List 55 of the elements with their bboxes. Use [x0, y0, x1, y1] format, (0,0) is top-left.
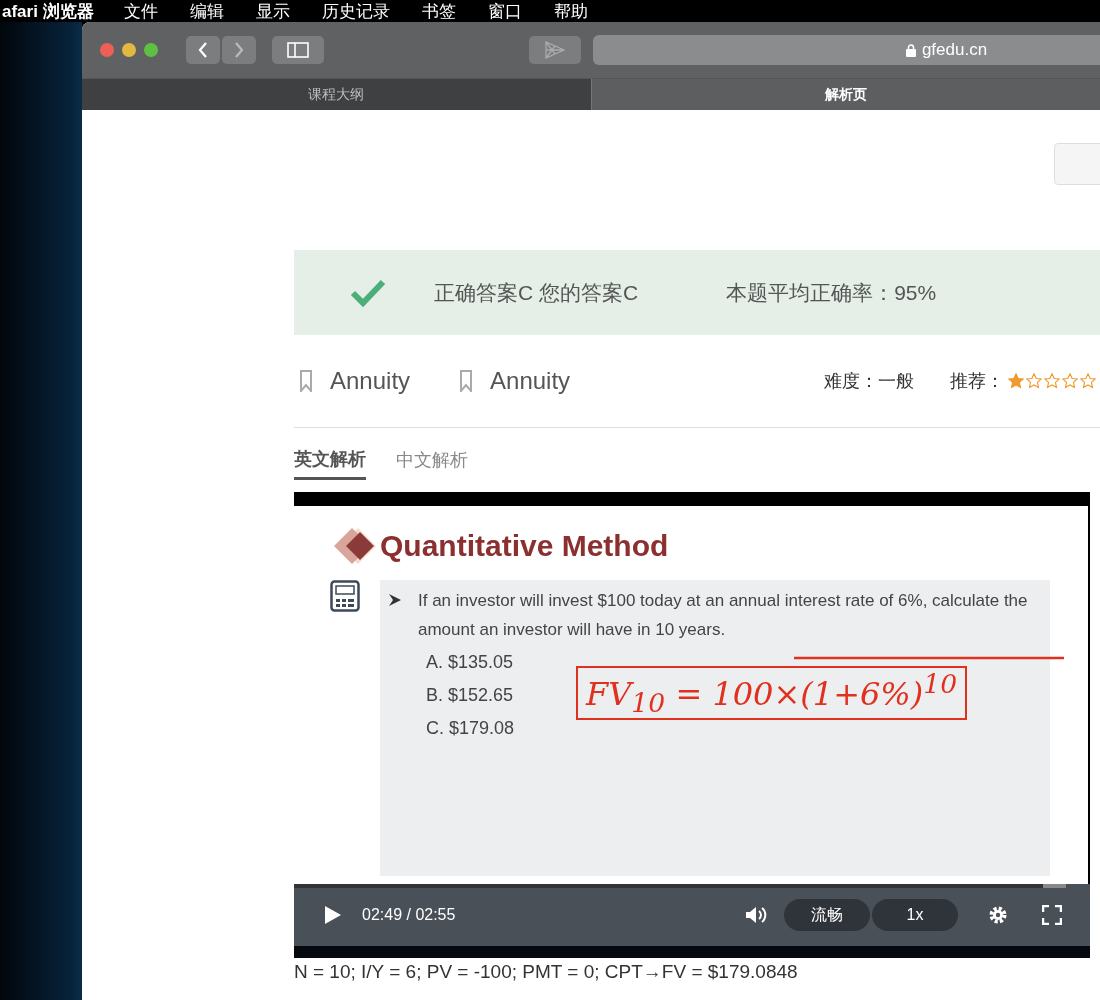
zoom-button[interactable]: [144, 43, 158, 57]
sidebar-icon: [287, 42, 309, 58]
menu-item[interactable]: 窗口: [487, 0, 522, 23]
tag-label[interactable]: Annuity: [490, 367, 571, 395]
chevron-left-icon: [198, 42, 208, 58]
lock-icon: [905, 43, 916, 57]
filled-star-icon: [1008, 373, 1024, 389]
minimize-button[interactable]: [122, 43, 136, 57]
difficulty-text: 难度：一般: [824, 370, 914, 393]
menu-item[interactable]: 编辑: [189, 0, 224, 23]
calculation-text: N = 10; I/Y = 6; PV = -100; PMT = 0; CPT→FV = $179.0848: [294, 961, 799, 983]
playback-time: 02:49 / 02:55: [362, 906, 456, 924]
browser-tab[interactable]: 解析页: [590, 78, 1100, 110]
bookmark-icon: [460, 370, 473, 392]
answer-option: C. $179.08: [426, 714, 515, 743]
handwritten-formula: FV$_{10}$ = 100×(1+6%)$^{10}$: [576, 666, 968, 721]
analysis-tab[interactable]: 英文解析: [294, 440, 366, 480]
share-button[interactable]: [529, 36, 581, 64]
settings-icon[interactable]: [988, 905, 1008, 925]
menu-item[interactable]: 显示: [255, 0, 290, 23]
analysis-tab[interactable]: 中文解析: [396, 442, 468, 478]
tag-label[interactable]: Annuity: [330, 367, 411, 395]
menu-item[interactable]: 书签: [421, 0, 456, 23]
slide-title: Quantitative Method: [380, 529, 669, 563]
back-button[interactable]: [186, 36, 220, 64]
recommend-label: 推荐：: [950, 370, 1004, 393]
forward-button[interactable]: [222, 36, 256, 64]
menu-app-name[interactable]: afari 浏览器: [2, 0, 94, 23]
menu-item[interactable]: 历史记录: [321, 0, 390, 23]
question-text: If an investor will invest $100 today at an annual interest rate of 6%, calculate the amount an investor will have in 10 years.: [418, 590, 1029, 641]
answer-result-text: 正确答案C 您的答案C: [434, 279, 639, 306]
menu-item[interactable]: 帮助: [553, 0, 588, 23]
sidebar-button[interactable]: [272, 36, 324, 64]
empty-star-icon: [1026, 373, 1042, 389]
fullscreen-icon[interactable]: [1042, 905, 1062, 925]
browser-tab[interactable]: 课程大纲: [82, 78, 591, 110]
accuracy-text: 本题平均正确率：95%: [726, 279, 937, 306]
menu-item[interactable]: 文件: [123, 0, 158, 23]
calculator-icon: [330, 580, 360, 612]
volume-icon[interactable]: [744, 905, 768, 925]
chevron-right-icon: [234, 42, 244, 58]
url-text: gfedu.cn: [921, 40, 988, 60]
answer-option: B. $152.65: [426, 681, 514, 710]
quality-button[interactable]: 流畅: [784, 899, 870, 931]
arrowhead-bullet-icon: [388, 593, 402, 607]
answer-option: A. $135.05: [426, 648, 514, 677]
triangle-mesh-icon: [543, 40, 567, 60]
speed-button[interactable]: 1x: [872, 899, 958, 931]
close-button[interactable]: [100, 43, 114, 57]
empty-star-icon: [1062, 373, 1078, 389]
empty-star-icon: [1080, 373, 1096, 389]
play-icon[interactable]: [322, 905, 342, 925]
bookmark-icon: [300, 370, 312, 392]
checkmark-icon: [350, 277, 386, 308]
empty-star-icon: [1044, 373, 1060, 389]
